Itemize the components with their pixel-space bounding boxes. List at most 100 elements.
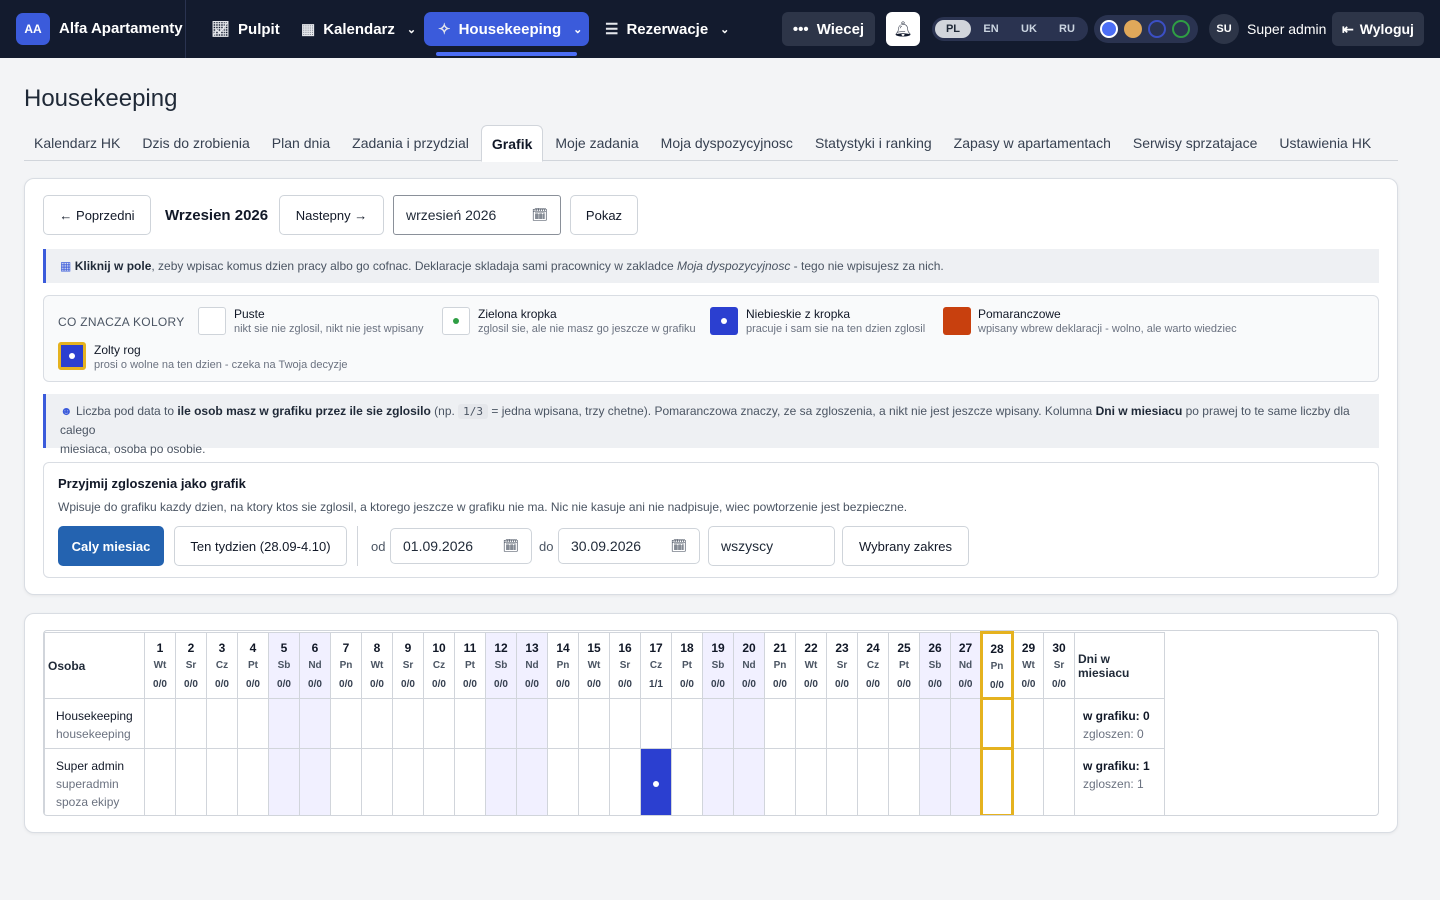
day-cell[interactable] <box>547 748 579 815</box>
day-cell[interactable] <box>547 698 579 749</box>
theme-indigo[interactable] <box>1148 20 1166 38</box>
day-cell[interactable] <box>919 748 951 815</box>
people-select[interactable]: wszyscy <box>708 526 835 566</box>
day-cell[interactable] <box>702 698 734 749</box>
tab-serwisy[interactable]: Serwisy sprzatajace <box>1123 125 1268 161</box>
day-cell[interactable] <box>795 698 827 749</box>
theme-blue[interactable] <box>1100 20 1118 38</box>
brand-name[interactable]: Alfa Apartamenty <box>59 20 183 37</box>
prev-month-button[interactable]: ← Poprzedni <box>43 195 151 235</box>
day-cell[interactable] <box>980 747 1014 815</box>
tab-moja-dyspozycyjnosc[interactable]: Moja dyspozycyjnosc <box>651 125 803 161</box>
day-cell[interactable] <box>454 748 486 815</box>
whole-month-button[interactable]: Caly miesiac <box>58 526 164 566</box>
day-cell[interactable] <box>764 748 796 815</box>
more-button[interactable]: ••• Wiecej <box>782 12 875 46</box>
day-cell[interactable] <box>237 698 269 749</box>
day-cell[interactable] <box>392 748 424 815</box>
day-cell[interactable] <box>144 698 176 749</box>
day-cell[interactable] <box>950 748 982 815</box>
day-cell[interactable] <box>485 698 517 749</box>
day-cell[interactable] <box>175 748 207 815</box>
day-cell[interactable] <box>764 698 796 749</box>
day-cell[interactable] <box>609 748 641 815</box>
day-cell[interactable] <box>330 748 362 815</box>
day-cell[interactable] <box>733 698 765 749</box>
tab-grafik[interactable]: Grafik <box>480 125 544 162</box>
user-name[interactable]: Super admin <box>1247 21 1326 37</box>
day-cell[interactable] <box>795 748 827 815</box>
day-cell[interactable] <box>516 748 548 815</box>
day-cell[interactable] <box>330 698 362 749</box>
day-cell[interactable] <box>361 748 393 815</box>
day-cell[interactable] <box>516 698 548 749</box>
logout-button[interactable]: ⇤ Wyloguj <box>1332 12 1424 46</box>
day-cell[interactable] <box>826 698 858 749</box>
day-cell[interactable] <box>144 748 176 815</box>
day-cell[interactable] <box>485 748 517 815</box>
day-cell[interactable] <box>1043 698 1075 749</box>
lang-en[interactable]: EN <box>973 20 1009 38</box>
tab-moje-zadania[interactable]: Moje zadania <box>545 125 648 161</box>
calendar-icon[interactable]: 🗓︎ <box>531 207 548 223</box>
to-date-input[interactable]: 30.09.2026 🗓︎ <box>558 528 700 564</box>
day-cell[interactable] <box>299 698 331 749</box>
theme-amber[interactable] <box>1124 20 1142 38</box>
calendar-icon[interactable]: 🗓︎ <box>670 538 687 554</box>
day-cell[interactable] <box>299 748 331 815</box>
lang-uk[interactable]: UK <box>1011 20 1047 38</box>
day-cell[interactable] <box>361 698 393 749</box>
lang-ru[interactable]: RU <box>1049 20 1085 38</box>
day-cell[interactable] <box>857 698 889 749</box>
day-cell[interactable] <box>578 748 610 815</box>
brand-badge[interactable]: AA <box>16 13 50 45</box>
from-date-input[interactable]: 01.09.2026 🗓︎ <box>390 528 532 564</box>
day-cell[interactable] <box>609 698 641 749</box>
day-cell[interactable] <box>980 697 1014 750</box>
day-cell[interactable] <box>640 698 672 749</box>
day-cell[interactable] <box>857 748 889 815</box>
avatar[interactable]: SU <box>1209 14 1239 44</box>
this-week-button[interactable]: Ten tydzien (28.09-4.10) <box>174 526 347 566</box>
day-cell[interactable] <box>733 748 765 815</box>
day-cell[interactable] <box>826 748 858 815</box>
tab-dzis-do-zrobienia[interactable]: Dzis do zrobienia <box>132 125 259 161</box>
selected-range-button[interactable]: Wybrany zakres <box>842 526 969 566</box>
tab-statystyki[interactable]: Statystyki i ranking <box>805 125 942 161</box>
day-cell[interactable] <box>1012 698 1044 749</box>
nav-item-rezerwacje[interactable]: ☰ Rezerwacje ⌄ <box>605 12 729 46</box>
day-cell[interactable] <box>454 698 486 749</box>
nav-item-kalendarz[interactable]: ▦ Kalendarz ⌄ <box>301 12 416 46</box>
day-cell[interactable] <box>175 698 207 749</box>
tab-zadania[interactable]: Zadania i przydzial <box>342 125 479 161</box>
day-cell[interactable] <box>1043 748 1075 815</box>
day-cell[interactable] <box>950 698 982 749</box>
day-cell[interactable] <box>578 698 610 749</box>
day-cell[interactable] <box>206 698 238 749</box>
day-cell[interactable] <box>919 698 951 749</box>
day-cell[interactable] <box>206 748 238 815</box>
day-cell[interactable] <box>888 698 920 749</box>
notifications-button[interactable]: 🔔︎ <box>886 12 920 46</box>
day-cell[interactable] <box>237 748 269 815</box>
calendar-icon[interactable]: 🗓︎ <box>502 538 519 554</box>
nav-item-pulpit[interactable]: 📈︎ Pulpit <box>211 12 280 46</box>
day-cell[interactable] <box>392 698 424 749</box>
day-cell[interactable] <box>888 748 920 815</box>
day-cell[interactable] <box>671 698 703 749</box>
tab-kalendarz-hk[interactable]: Kalendarz HK <box>24 125 130 161</box>
day-cell[interactable] <box>1012 748 1044 815</box>
day-cell[interactable] <box>640 748 672 815</box>
theme-green[interactable] <box>1172 20 1190 38</box>
day-cell[interactable] <box>268 748 300 815</box>
month-input[interactable]: wrzesień 2026 🗓︎ <box>393 195 561 235</box>
tab-zapasy[interactable]: Zapasy w apartamentach <box>944 125 1121 161</box>
tab-plan-dnia[interactable]: Plan dnia <box>262 125 340 161</box>
lang-pl[interactable]: PL <box>935 20 971 38</box>
tab-ustawienia-hk[interactable]: Ustawienia HK <box>1269 125 1381 161</box>
day-cell[interactable] <box>423 748 455 815</box>
day-cell[interactable] <box>268 698 300 749</box>
day-cell[interactable] <box>671 748 703 815</box>
day-cell[interactable] <box>702 748 734 815</box>
next-month-button[interactable]: Nastepny → <box>279 195 384 235</box>
